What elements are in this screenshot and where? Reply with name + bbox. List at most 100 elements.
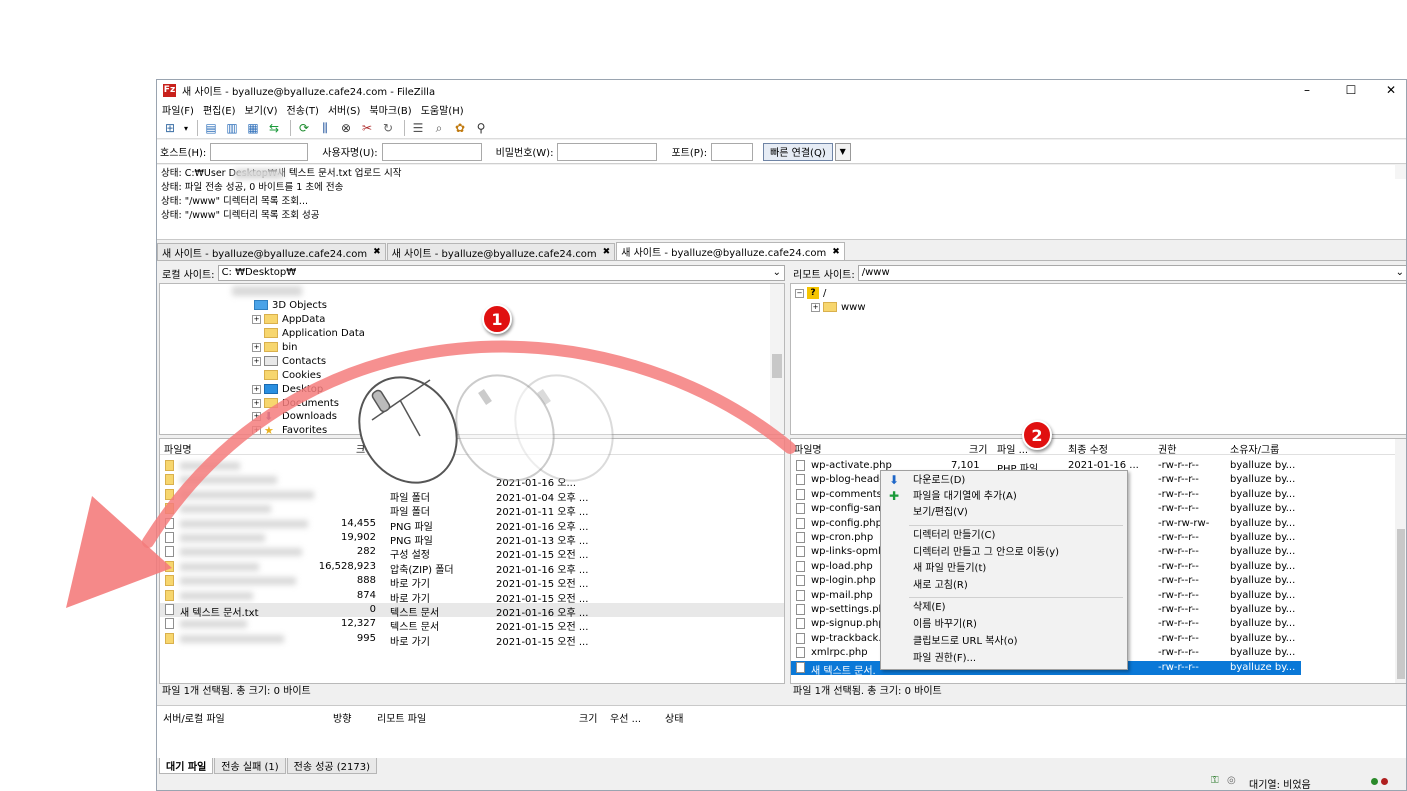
expand-icon[interactable]: + [252, 411, 261, 421]
menu-bookmarks[interactable]: 북마크(B) [369, 102, 411, 117]
tree-item[interactable]: + AppData [252, 312, 325, 326]
col-permissions[interactable]: 권한 [1158, 441, 1176, 456]
menu-transfer[interactable]: 전송(T) [287, 102, 319, 117]
port-input[interactable] [711, 142, 754, 161]
remote-path-input[interactable]: /www ⌄ [857, 265, 1406, 281]
connection-tab[interactable]: 새 사이트 - byalluze@byalluze.cafe24.com ✖ [386, 243, 616, 260]
table-row[interactable]: 2021-01-16 오... [160, 473, 784, 489]
quickconnect-dropdown-icon[interactable]: ▼ [834, 142, 851, 161]
menu-create-file[interactable]: 새 파일 만들기(t) [913, 561, 986, 577]
log-scrollbar[interactable] [1395, 165, 1406, 179]
close-tab-icon[interactable]: ✖ [373, 247, 381, 257]
col-type[interactable]: 파일 ... [997, 441, 1028, 456]
tree-item[interactable]: + www [811, 300, 866, 314]
menu-add-to-queue[interactable]: 파일을 대기열에 추가(A) [913, 489, 1017, 505]
table-row[interactable]: 16,528,923 압축(ZIP) 폴더 2021-01-16 오후 ... [160, 560, 784, 576]
queue-col[interactable]: 우선 ... [610, 710, 641, 725]
tree-item[interactable]: + Desktop [252, 382, 323, 396]
tree-item[interactable]: + Contacts [252, 354, 326, 368]
tree-item[interactable]: + Documents [252, 396, 339, 410]
expand-icon[interactable]: + [252, 425, 261, 434]
compare-icon[interactable]: ⌕ [430, 119, 448, 137]
filter-icon[interactable]: ☰ [409, 119, 427, 137]
table-row[interactable]: 12,327 텍스트 문서 2021-01-15 오전 ... [160, 617, 784, 633]
tree-item[interactable]: + ⬇ Downloads [252, 409, 337, 423]
col-name[interactable]: 파일명 [794, 441, 822, 456]
table-row[interactable]: 888 바로 가기 2021-01-15 오전 ... [160, 574, 784, 590]
menu-copy-url[interactable]: 클립보드로 URL 복사(o) [913, 634, 1018, 650]
queue-col[interactable]: 서버/로컬 파일 [163, 710, 225, 725]
table-row[interactable]: 995 바로 가기 2021-01-15 오전 ... [160, 632, 784, 648]
scroll-thumb[interactable] [1397, 529, 1405, 679]
menu-refresh[interactable]: 새로 고침(R) [913, 578, 968, 594]
site-manager-icon[interactable]: ⊞ [161, 119, 179, 137]
search-icon[interactable]: ⚲ [472, 119, 490, 137]
remote-tree-icon[interactable]: ▦ [244, 119, 262, 137]
menu-create-directory-enter[interactable]: 디렉터리 만들고 그 안으로 이동(y) [913, 545, 1059, 561]
menu-file[interactable]: 파일(F) [162, 102, 194, 117]
col-name[interactable]: 파일명 [164, 441, 192, 456]
queue-col[interactable]: 상태 [665, 710, 683, 725]
list-scrollbar[interactable] [1395, 439, 1406, 683]
connection-tab[interactable]: 새 사이트 - byalluze@byalluze.cafe24.com ✖ [157, 243, 386, 260]
expand-icon[interactable]: + [252, 314, 261, 324]
queue-col[interactable]: 크기 [579, 710, 597, 725]
tree-item[interactable]: + bin [252, 340, 297, 354]
menu-help[interactable]: 도움말(H) [421, 102, 464, 117]
expand-icon[interactable]: + [252, 384, 261, 394]
minimize-button[interactable]: – [1287, 80, 1327, 100]
queue-col[interactable]: 방향 [333, 710, 351, 725]
tab-queued[interactable]: 대기 파일 [159, 758, 214, 774]
disconnect-icon[interactable]: ✂ [358, 119, 376, 137]
menu-view-edit[interactable]: 보기/편집(V) [913, 505, 968, 521]
expand-icon[interactable]: + [252, 342, 261, 352]
table-row[interactable]: 19,902 PNG 파일 2021-01-13 오후 ... [160, 531, 784, 547]
password-input[interactable] [557, 142, 658, 161]
tree-item[interactable]: 3D Objects [254, 298, 327, 312]
menu-create-directory[interactable]: 디렉터리 만들기(C) [913, 528, 995, 544]
tree-scrollbar[interactable] [770, 284, 784, 434]
local-tree-icon[interactable]: ▥ [223, 119, 241, 137]
menu-rename[interactable]: 이름 바꾸기(R) [913, 617, 977, 633]
tab-successful[interactable]: 전송 성공 (2173) [286, 758, 378, 774]
col-size[interactable]: 크 [356, 441, 365, 456]
queue-col[interactable]: 리모트 파일 [377, 710, 426, 725]
connection-tab-active[interactable]: 새 사이트 - byalluze@byalluze.cafe24.com ✖ [616, 242, 845, 260]
menu-view[interactable]: 보기(V) [245, 102, 278, 117]
chevron-down-icon[interactable]: ⌄ [1396, 266, 1404, 280]
refresh-icon[interactable]: ⟳ [295, 119, 313, 137]
tab-failed[interactable]: 전송 실패 (1) [214, 758, 286, 774]
table-row[interactable] [160, 459, 784, 473]
expand-icon[interactable]: + [252, 356, 261, 366]
table-row[interactable]: 874 바로 가기 2021-01-15 오전 ... [160, 589, 784, 605]
maximize-button[interactable]: ☐ [1331, 80, 1371, 100]
menu-download[interactable]: 다운로드(D) [913, 473, 965, 489]
close-tab-icon[interactable]: ✖ [603, 247, 611, 257]
expand-icon[interactable]: + [811, 302, 820, 312]
menu-edit[interactable]: 편집(E) [203, 102, 236, 117]
menu-delete[interactable]: 삭제(E) [913, 600, 946, 616]
close-button[interactable]: ✕ [1371, 80, 1406, 100]
message-log-icon[interactable]: ▤ [202, 119, 220, 137]
reconnect-icon[interactable]: ↻ [379, 119, 397, 137]
col-modified[interactable]: 최종 수정 [1068, 441, 1108, 456]
table-row[interactable]: 새 텍스트 문서.txt 0 텍스트 문서 2021-01-16 오후 ... [160, 603, 784, 619]
close-tab-icon[interactable]: ✖ [832, 247, 840, 257]
tree-item[interactable]: + ★ Favorites [252, 423, 327, 434]
table-row[interactable]: 282 구성 설정 2021-01-15 오전 ... [160, 545, 784, 561]
local-path-input[interactable]: C: ₩Desktop₩ ⌄ [217, 265, 785, 281]
tree-item[interactable]: Application Data [264, 326, 365, 340]
col-owner[interactable]: 소유자/그룹 [1230, 441, 1279, 456]
collapse-icon[interactable]: − [795, 288, 804, 298]
expand-icon[interactable]: + [252, 398, 261, 408]
dropdown-arrow-icon[interactable]: ▾ [182, 119, 190, 137]
menu-server[interactable]: 서버(S) [328, 102, 361, 117]
table-row[interactable]: 파일 폴더 2021-01-11 오후 ... [160, 502, 784, 518]
host-input[interactable] [210, 142, 309, 161]
quickconnect-button[interactable]: 빠른 연결(Q) [763, 142, 833, 161]
transfer-queue-icon[interactable]: ⇆ [265, 119, 283, 137]
sync-browse-icon[interactable]: ✿ [451, 119, 469, 137]
cancel-icon[interactable]: ⊗ [337, 119, 355, 137]
chevron-down-icon[interactable]: ⌄ [773, 266, 781, 280]
process-queue-icon[interactable]: ⫼ [316, 119, 334, 137]
